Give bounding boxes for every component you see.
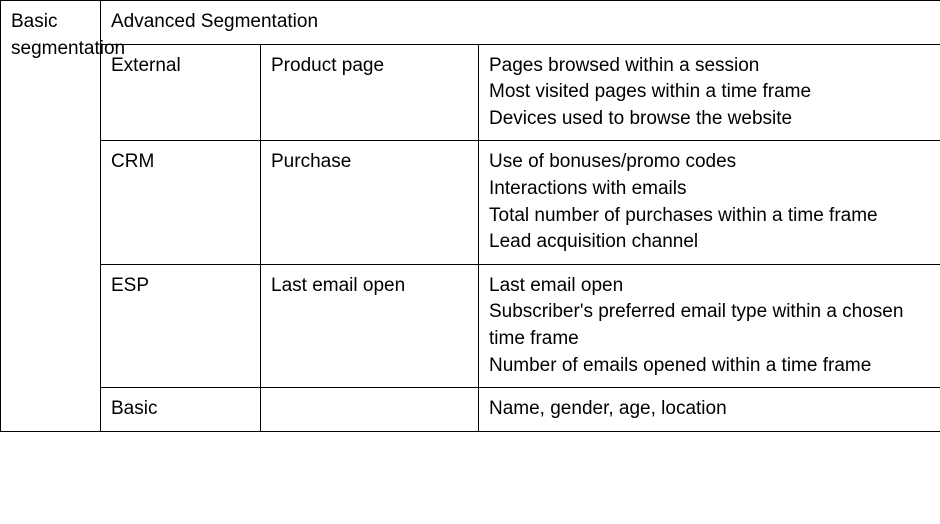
- cell-col1: CRM: [101, 141, 261, 264]
- advanced-segmentation-header: Advanced Segmentation: [101, 1, 940, 45]
- cell-col2: Product page: [261, 44, 479, 141]
- list-item: Devices used to browse the website: [489, 106, 930, 133]
- list-item: Use of bonuses/promo codes: [489, 149, 930, 176]
- cell-col2: [261, 388, 479, 432]
- cell-col2: Last email open: [261, 264, 479, 387]
- basic-segmentation-header: Basic segmentation: [1, 1, 101, 432]
- cell-col1: External: [101, 44, 261, 141]
- cell-col1: Basic: [101, 388, 261, 432]
- table-row: External Product page Pages browsed with…: [1, 44, 940, 141]
- list-item: Most visited pages within a time frame: [489, 79, 930, 106]
- list-item: Interactions with emails: [489, 176, 930, 203]
- cell-col1: ESP: [101, 264, 261, 387]
- list-item: Last email open: [489, 273, 930, 300]
- list-item: Lead acquisition channel: [489, 229, 930, 256]
- table-row: ESP Last email open Last email open Subs…: [1, 264, 940, 387]
- table-row: Basic Name, gender, age, location: [1, 388, 940, 432]
- cell-col3: Use of bonuses/promo codes Interactions …: [479, 141, 940, 264]
- cell-col3: Pages browsed within a session Most visi…: [479, 44, 940, 141]
- table-row: CRM Purchase Use of bonuses/promo codes …: [1, 141, 940, 264]
- list-item: Name, gender, age, location: [489, 396, 930, 423]
- list-item: Total number of purchases within a time …: [489, 203, 930, 230]
- cell-col2: Purchase: [261, 141, 479, 264]
- segmentation-table: Basic segmentation Advanced Segmentation…: [0, 0, 940, 432]
- list-item: Pages browsed within a session: [489, 53, 930, 80]
- list-item: Subscriber's preferred email type within…: [489, 299, 930, 352]
- list-item: Number of emails opened within a time fr…: [489, 353, 930, 380]
- cell-col3: Last email open Subscriber's preferred e…: [479, 264, 940, 387]
- cell-col3: Name, gender, age, location: [479, 388, 940, 432]
